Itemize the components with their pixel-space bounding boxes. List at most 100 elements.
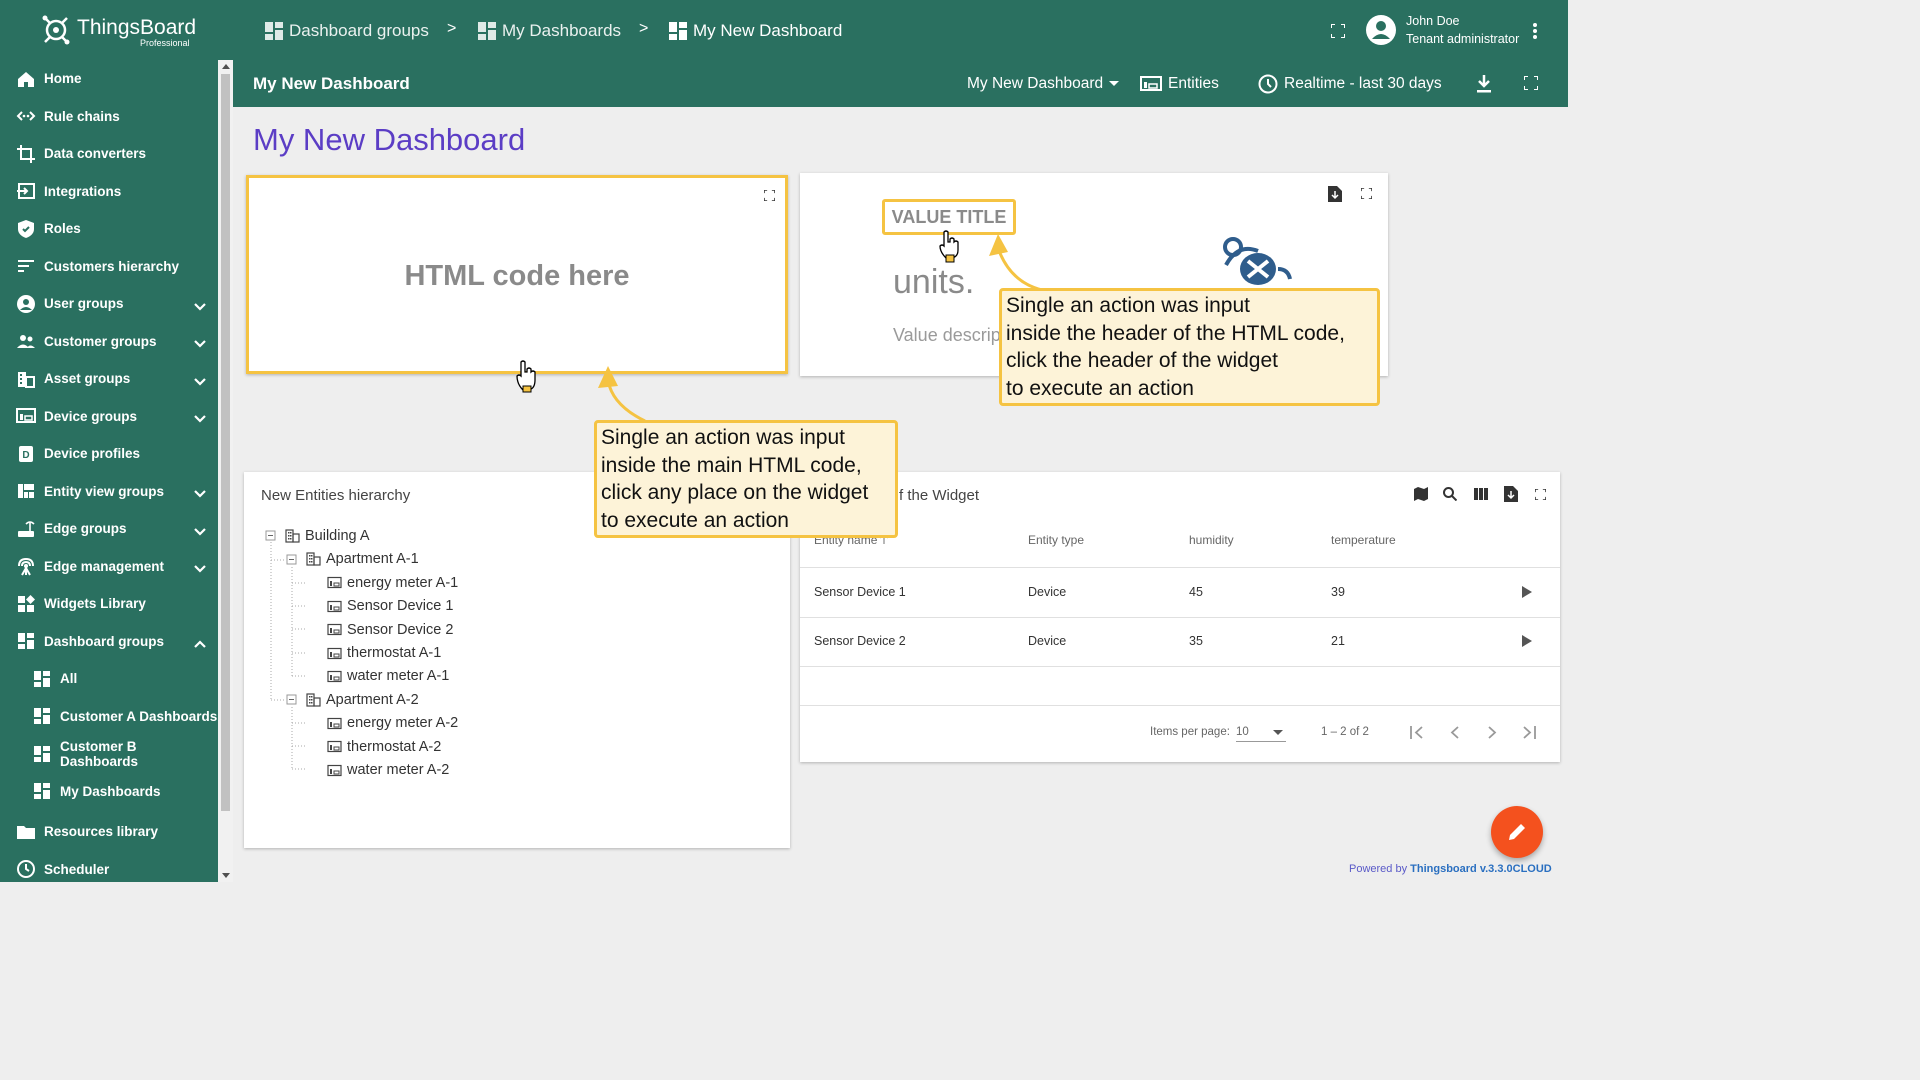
chevron-down-icon[interactable] <box>194 486 206 498</box>
sidebar-item-integrations[interactable]: Integrations <box>0 173 218 211</box>
table-cell: Sensor Device 1 <box>814 585 906 599</box>
brand-name: ThingsBoard <box>77 16 197 39</box>
sidebar-item-resources-library[interactable]: Resources library <box>0 813 218 851</box>
items-per-page-select[interactable]: 10 <box>1236 724 1286 742</box>
folder-icon <box>15 821 37 843</box>
sidebar-item-label: All <box>60 671 78 687</box>
column-header-entity-type[interactable]: Entity type <box>1028 533 1084 547</box>
sidebar-item-customer-a-dashboards[interactable]: Customer A Dashboards <box>0 698 218 736</box>
sidebar-item-scheduler[interactable]: Scheduler <box>0 851 218 883</box>
column-header-temperature[interactable]: temperature <box>1331 533 1396 547</box>
dashboard-select[interactable]: My New Dashboard <box>967 73 1120 95</box>
column-header-humidity[interactable]: humidity <box>1189 533 1234 547</box>
sidebar-item-widgets-library[interactable]: Widgets Library <box>0 585 218 623</box>
download-icon[interactable] <box>1476 75 1492 93</box>
play-arrow-icon[interactable] <box>1522 586 1532 598</box>
value-title-header[interactable]: VALUE TITLE <box>882 199 1016 235</box>
first-page-icon[interactable] <box>1410 726 1424 739</box>
last-page-icon[interactable] <box>1522 726 1536 739</box>
chevron-down-icon[interactable] <box>194 299 206 311</box>
sidebar-item-entity-view-groups[interactable]: Entity view groups <box>0 473 218 511</box>
powered-by-link[interactable]: Thingsboard v.3.3.0CLOUD <box>1410 863 1552 875</box>
sidebar-item-customers-hierarchy[interactable]: Customers hierarchy <box>0 248 218 286</box>
sidebar-item-user-groups[interactable]: User groups <box>0 285 218 323</box>
view-columns-icon[interactable] <box>1474 488 1488 500</box>
dashboard-title: My New Dashboard <box>253 74 410 93</box>
fullscreen-icon[interactable] <box>1524 76 1538 90</box>
tree-node[interactable]: energy meter A-2 <box>327 712 458 734</box>
play-arrow-icon[interactable] <box>1522 635 1532 647</box>
view-quilt-icon <box>15 480 37 502</box>
fullscreen-icon[interactable] <box>1535 489 1546 500</box>
sidebar-item-edge-management[interactable]: Edge management <box>0 548 218 586</box>
sidebar-item-home[interactable]: Home <box>0 60 218 98</box>
edit-dashboard-button[interactable] <box>1491 806 1543 858</box>
scroll-up-arrow-icon[interactable] <box>222 64 230 69</box>
fullscreen-icon[interactable] <box>1331 24 1345 38</box>
sidebar-item-label: Scheduler <box>44 861 110 877</box>
export-file-icon[interactable] <box>1328 186 1342 202</box>
tree-node[interactable]: Apartment A-2 <box>306 689 419 711</box>
tree-node[interactable]: Sensor Device 1 <box>327 595 453 617</box>
export-file-icon[interactable] <box>1504 486 1518 502</box>
tree-node-label: energy meter A-1 <box>347 574 459 591</box>
breadcrumb-dashboard-groups[interactable]: Dashboard groups <box>265 20 429 42</box>
tree-node-label: energy meter A-2 <box>347 715 459 732</box>
chevron-up-icon[interactable] <box>194 636 206 649</box>
search-icon[interactable] <box>1443 487 1457 501</box>
breadcrumb-my-dashboards[interactable]: My Dashboards <box>478 20 621 42</box>
thingsboard-logo-icon <box>42 15 70 45</box>
user-menu[interactable]: John Doe Tenant administrator <box>1366 12 1556 50</box>
callout-line: to execute an action <box>1006 376 1194 400</box>
sidebar-item-dashboard-groups[interactable]: Dashboard groups <box>0 623 218 661</box>
dashboard-select-value: My New Dashboard <box>967 75 1104 92</box>
page-title: My New Dashboard <box>253 122 526 157</box>
tree-node[interactable]: water meter A-1 <box>327 665 449 687</box>
next-page-icon[interactable] <box>1488 726 1497 739</box>
sidebar-item-all[interactable]: All <box>0 660 218 698</box>
sidebar-item-my-dashboards[interactable]: My Dashboards <box>0 773 218 811</box>
sidebar-item-data-converters[interactable]: Data converters <box>0 135 218 173</box>
breadcrumb-separator: > <box>447 20 457 37</box>
fullscreen-icon[interactable] <box>764 190 775 201</box>
scroll-down-arrow-icon[interactable] <box>222 873 230 878</box>
map-icon[interactable] <box>1414 487 1428 501</box>
chevron-down-icon[interactable] <box>194 524 206 536</box>
previous-page-icon[interactable] <box>1450 726 1459 739</box>
tree-node[interactable]: thermostat A-2 <box>327 736 441 758</box>
chevron-down-icon[interactable] <box>194 561 206 573</box>
settings-input-antenna-icon <box>15 555 37 577</box>
callout-line: to execute an action <box>601 508 789 532</box>
tree-node[interactable]: water meter A-2 <box>327 759 449 781</box>
sidebar-item-roles[interactable]: Roles <box>0 210 218 248</box>
svg-text:D: D <box>22 450 29 461</box>
entities-button[interactable]: Entities <box>1140 73 1219 95</box>
supervisor-icon <box>15 330 37 352</box>
tree-node[interactable]: Apartment A-1 <box>306 548 419 570</box>
tree-node-label: thermostat A-2 <box>347 738 442 755</box>
logo[interactable]: ThingsBoard Professional <box>0 0 233 60</box>
sidebar-item-device-groups[interactable]: Device groups <box>0 398 218 436</box>
scrollbar-thumb[interactable] <box>221 74 230 811</box>
sidebar-item-customer-groups[interactable]: Customer groups <box>0 323 218 361</box>
sidebar-item-rule-chains[interactable]: Rule chains <box>0 98 218 136</box>
timewindow-button[interactable]: Realtime - last 30 days <box>1258 73 1442 95</box>
chevron-down-icon[interactable] <box>194 374 206 386</box>
sidebar-item-edge-groups[interactable]: Edge groups <box>0 510 218 548</box>
dropdown-arrow-icon <box>1273 730 1283 735</box>
tree-node[interactable]: Building A <box>285 525 370 547</box>
chevron-down-icon[interactable] <box>194 336 206 348</box>
fullscreen-icon[interactable] <box>1361 188 1372 199</box>
sidebar-item-asset-groups[interactable]: Asset groups <box>0 360 218 398</box>
sidebar-item-device-profiles[interactable]: D Device profiles <box>0 435 218 473</box>
breadcrumb-label: Dashboard groups <box>289 21 429 40</box>
tree-node[interactable]: thermostat A-1 <box>327 642 441 664</box>
html-card-widget[interactable]: HTML code here <box>246 175 788 374</box>
tree-node-label: Apartment A-2 <box>326 691 419 708</box>
sidebar-item-customer-b-dashboards[interactable]: Customer B Dashboards <box>0 735 218 773</box>
sidebar-scrollbar[interactable] <box>218 60 233 882</box>
tree-node[interactable]: energy meter A-1 <box>327 572 458 594</box>
more-vert-icon[interactable] <box>1532 22 1538 40</box>
tree-node[interactable]: Sensor Device 2 <box>327 619 453 641</box>
chevron-down-icon[interactable] <box>194 411 206 423</box>
